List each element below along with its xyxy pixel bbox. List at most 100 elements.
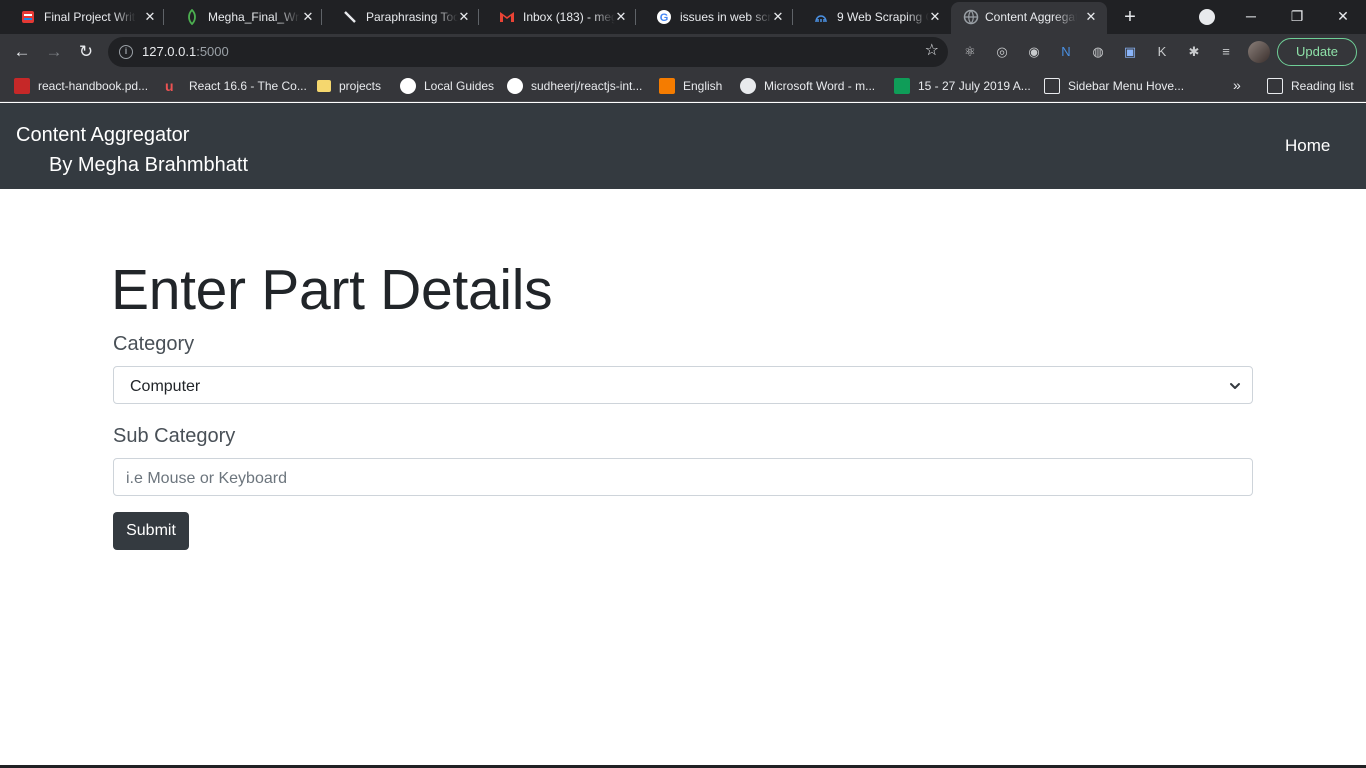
brand-title[interactable]: Content Aggregator — [16, 120, 189, 150]
tab-strip: Final Project Writing ✕ Megha_Final_Writ… — [0, 0, 1366, 34]
reading-list-icon — [1267, 78, 1283, 94]
octopus-favicon-icon — [815, 15, 827, 23]
box-icon — [659, 78, 675, 94]
window-close-button[interactable]: ✕ — [1320, 0, 1366, 34]
site-navbar: Content Aggregator By Megha Brahmbhatt H… — [0, 103, 1366, 189]
react-devtools-icon[interactable]: ⚛ — [962, 44, 978, 60]
brand-byline: By Megha Brahmbhatt — [49, 154, 248, 176]
bookmarks-overflow-button[interactable]: » — [1233, 77, 1241, 93]
github-icon — [507, 78, 523, 94]
reading-list-label: Reading list — [1291, 79, 1354, 93]
bookmark-label: English — [683, 79, 723, 93]
udemy-icon: u — [165, 78, 174, 94]
bookmark-item[interactable]: English — [659, 77, 722, 95]
category-select[interactable]: Computer — [113, 366, 1253, 404]
close-icon[interactable]: ✕ — [1083, 9, 1099, 25]
close-icon[interactable]: ✕ — [927, 9, 943, 25]
bookmark-item[interactable]: react-handbook.pd... — [14, 77, 148, 95]
extensions-puzzle-icon[interactable]: ✱ — [1186, 44, 1202, 60]
subcategory-label: Sub Category — [113, 425, 236, 447]
minimize-button[interactable]: ─ — [1228, 0, 1274, 34]
bookmark-item[interactable]: Microsoft Word - m... — [740, 77, 875, 95]
bookmark-item[interactable]: projects — [317, 77, 381, 95]
tab-search-icon[interactable] — [1199, 9, 1215, 25]
page-title: Enter Part Details — [111, 258, 553, 322]
close-icon[interactable]: ✕ — [613, 9, 629, 25]
pdf-icon — [14, 78, 30, 94]
sheets-icon — [894, 78, 910, 94]
bookmark-label: Local Guides — [424, 79, 495, 93]
close-icon[interactable]: ✕ — [300, 9, 316, 25]
tab-content-aggregator[interactable]: Content Aggregator ✕ — [951, 2, 1107, 34]
bookmark-label: projects — [339, 79, 382, 93]
bookmark-label: Sidebar Menu Hove... — [1068, 79, 1185, 93]
category-selected-value: Computer — [130, 378, 201, 395]
url-port: :5000 — [196, 44, 229, 59]
tab-title: Megha_Final_Writing — [208, 10, 300, 24]
tab-final-project-writing[interactable]: Final Project Writing ✕ — [0, 0, 164, 34]
google-icon — [400, 78, 416, 94]
forward-button[interactable]: → — [42, 40, 66, 64]
tab-title: Paraphrasing Tool — [366, 10, 458, 24]
bookmark-label: react-handbook.pd... — [38, 79, 149, 93]
quill-favicon-icon — [344, 11, 356, 23]
site-info-icon[interactable]: i — [119, 45, 133, 59]
globe-icon — [740, 78, 756, 94]
profile-avatar[interactable] — [1248, 41, 1270, 63]
subcategory-input[interactable]: i.e Mouse or Keyboard — [113, 458, 1253, 496]
tab-megha-final-writing[interactable]: Megha_Final_Writing ✕ — [164, 0, 322, 34]
maximize-button[interactable]: ❐ — [1274, 0, 1320, 34]
camera-extension-icon[interactable]: ◉ — [1026, 44, 1042, 60]
close-icon[interactable]: ✕ — [142, 9, 158, 25]
browser-toolbar: ← → ↻ i 127.0.0.1:5000 ☆ ⚛ ◎ ◉ N ◍ ▣ K ✱… — [0, 34, 1366, 70]
nav-home-link[interactable]: Home — [1285, 134, 1330, 158]
tab-paraphrasing-tool[interactable]: Paraphrasing Tool ✕ — [322, 0, 479, 34]
bookmark-item[interactable]: Local Guides — [400, 77, 494, 95]
bookmark-item[interactable]: u React 16.6 - The Co... — [165, 77, 307, 95]
google-icon: G — [657, 10, 671, 24]
bookmark-label: React 16.6 - The Co... — [189, 79, 307, 93]
k-extension-icon[interactable]: K — [1154, 44, 1170, 60]
globe-extension-icon[interactable]: ◍ — [1090, 44, 1106, 60]
close-icon[interactable]: ✕ — [770, 9, 786, 25]
update-button[interactable]: Update — [1277, 38, 1357, 66]
url-host: 127.0.0.1 — [142, 44, 197, 59]
submit-button[interactable]: Submit — [113, 512, 189, 550]
tab-issues-web-scraping[interactable]: G issues in web scraping ✕ — [636, 0, 793, 34]
bookmark-item[interactable]: 15 - 27 July 2019 A... — [894, 77, 1031, 95]
media-list-icon[interactable]: ≡ — [1218, 44, 1234, 60]
tab-title: Content Aggregator — [985, 10, 1077, 24]
bookmark-item[interactable]: sudheerj/reactjs-int... — [507, 77, 642, 95]
tab-title: Final Project Writing — [44, 10, 136, 24]
target-extension-icon[interactable]: ◎ — [994, 44, 1010, 60]
bookmark-label: 15 - 27 July 2019 A... — [918, 79, 1031, 93]
globe-icon — [963, 9, 979, 25]
n-extension-icon[interactable]: N — [1058, 44, 1074, 60]
reading-list-button[interactable]: Reading list — [1267, 77, 1354, 95]
leaf-favicon-icon — [188, 9, 196, 25]
ribbon-favicon-icon — [22, 11, 34, 23]
tab-title: issues in web scraping — [680, 10, 772, 24]
category-label: Category — [113, 333, 195, 355]
back-button[interactable]: ← — [10, 40, 34, 64]
bookmarks-bar: react-handbook.pd... u React 16.6 - The C… — [0, 70, 1366, 102]
tab-web-scraping-challenges[interactable]: 9 Web Scraping Challenges ✕ — [793, 0, 950, 34]
codepen-icon — [1044, 78, 1060, 94]
subcategory-placeholder: i.e Mouse or Keyboard — [126, 470, 287, 487]
svg-text:G: G — [660, 12, 669, 24]
chevron-down-icon — [1230, 383, 1240, 389]
reload-button[interactable]: ↻ — [74, 40, 98, 64]
gmail-icon — [500, 12, 514, 22]
bookmark-item[interactable]: Sidebar Menu Hove... — [1044, 77, 1184, 95]
bookmark-label: Microsoft Word - m... — [764, 79, 876, 93]
screen-extension-icon[interactable]: ▣ — [1122, 44, 1138, 60]
bookmark-label: sudheerj/reactjs-int... — [531, 79, 643, 93]
tab-inbox[interactable]: Inbox (183) - megha ✕ — [479, 0, 636, 34]
address-bar[interactable]: i 127.0.0.1:5000 ☆ — [108, 37, 948, 67]
bookmark-star-icon[interactable]: ☆ — [925, 42, 939, 60]
new-tab-button[interactable]: + — [1119, 6, 1141, 28]
close-icon[interactable]: ✕ — [456, 9, 472, 25]
folder-icon — [317, 80, 331, 92]
tab-title: 9 Web Scraping Challenges — [837, 10, 929, 24]
tab-title: Inbox (183) - megha — [523, 10, 615, 24]
